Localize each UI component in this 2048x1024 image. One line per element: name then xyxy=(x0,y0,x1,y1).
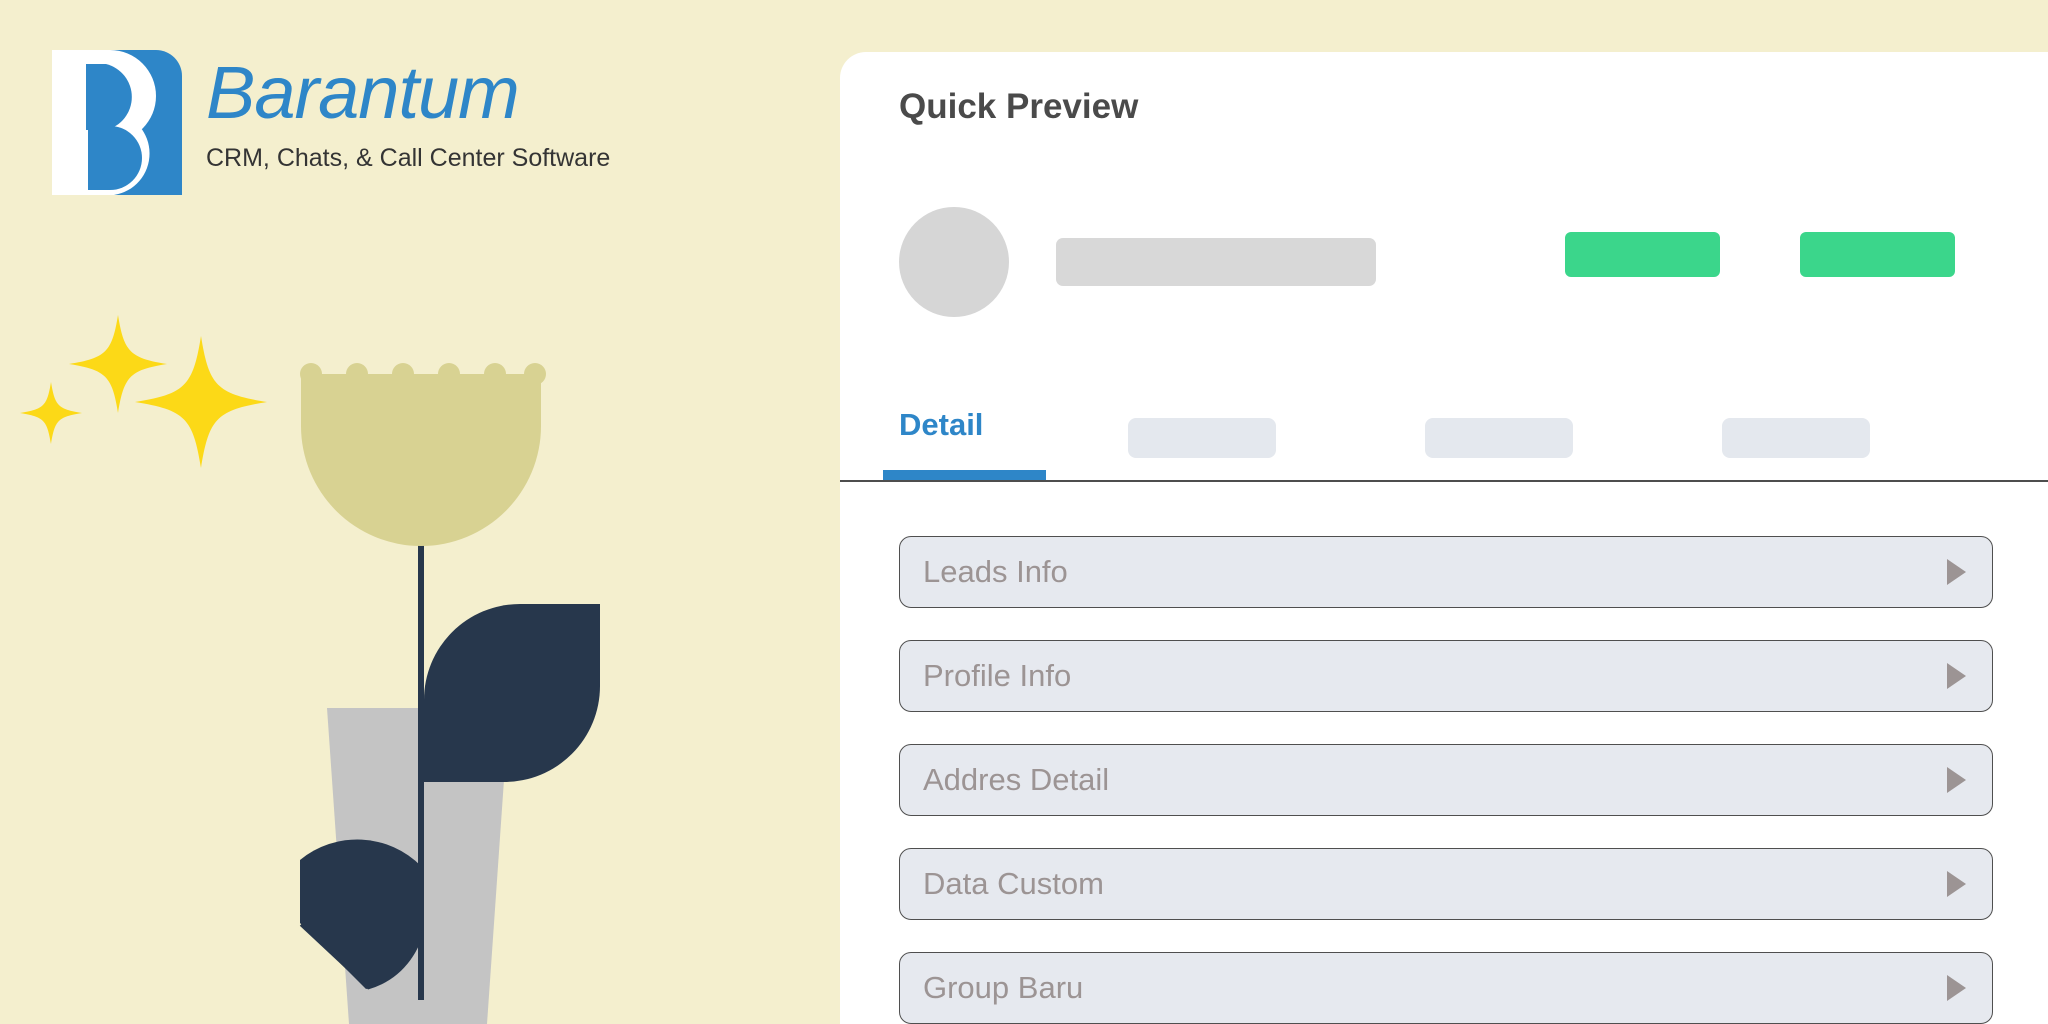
chevron-right-icon[interactable] xyxy=(1947,663,1966,689)
section-row-group-baru[interactable]: Group Baru xyxy=(899,952,1993,1024)
flower-leaf-right xyxy=(424,604,600,782)
action-button-group xyxy=(1565,232,1955,277)
primary-action-button[interactable] xyxy=(1565,232,1720,277)
section-label: Group Baru xyxy=(923,970,1084,1005)
tab-divider xyxy=(840,480,2048,482)
brand-tagline: CRM, Chats, & Call Center Software xyxy=(206,144,611,173)
chevron-right-icon[interactable] xyxy=(1947,767,1966,793)
sparkle-icon-small xyxy=(20,382,82,444)
barantum-b-logo-icon xyxy=(52,50,182,195)
avatar xyxy=(899,207,1009,317)
section-row-profile-info[interactable]: Profile Info xyxy=(899,640,1993,712)
tab-placeholder-2[interactable] xyxy=(1128,418,1276,458)
tulip-in-vase-illustration xyxy=(20,315,600,1024)
section-row-leads-info[interactable]: Leads Info xyxy=(899,536,1993,608)
section-row-data-custom[interactable]: Data Custom xyxy=(899,848,1993,920)
sparkle-icon-large xyxy=(135,336,267,468)
section-label: Addres Detail xyxy=(923,762,1110,797)
detail-section-list: Leads Info Profile Info Addres Detail Da… xyxy=(899,536,1993,1024)
quick-preview-panel: Quick Preview Detail Leads Info Profile … xyxy=(840,52,2048,1024)
chevron-right-icon[interactable] xyxy=(1947,975,1966,1001)
section-label: Data Custom xyxy=(923,866,1104,901)
brand-name: Barantum xyxy=(206,51,520,134)
brand-text-block: Barantum CRM, Chats, & Call Center Softw… xyxy=(206,50,610,173)
chevron-right-icon[interactable] xyxy=(1947,871,1966,897)
section-row-addres-detail[interactable]: Addres Detail xyxy=(899,744,1993,816)
tab-detail[interactable]: Detail xyxy=(899,407,983,443)
section-label: Profile Info xyxy=(923,658,1072,693)
tab-bar: Detail xyxy=(840,407,2048,482)
brand-illustration-pane: Barantum CRM, Chats, & Call Center Softw… xyxy=(0,0,840,1024)
secondary-action-button[interactable] xyxy=(1800,232,1955,277)
tab-placeholder-3[interactable] xyxy=(1425,418,1573,458)
sparkle-icon-medium xyxy=(69,315,167,413)
record-name-placeholder xyxy=(1056,238,1376,286)
tab-placeholder-4[interactable] xyxy=(1722,418,1870,458)
record-identity-row xyxy=(899,207,1376,317)
chevron-right-icon[interactable] xyxy=(1947,559,1966,585)
brand-lockup: Barantum CRM, Chats, & Call Center Softw… xyxy=(52,50,610,195)
screenshot-root: Barantum CRM, Chats, & Call Center Softw… xyxy=(0,0,2048,1024)
page-title: Quick Preview xyxy=(899,87,1139,126)
tulip-flower-head xyxy=(300,363,546,546)
section-label: Leads Info xyxy=(923,554,1068,589)
